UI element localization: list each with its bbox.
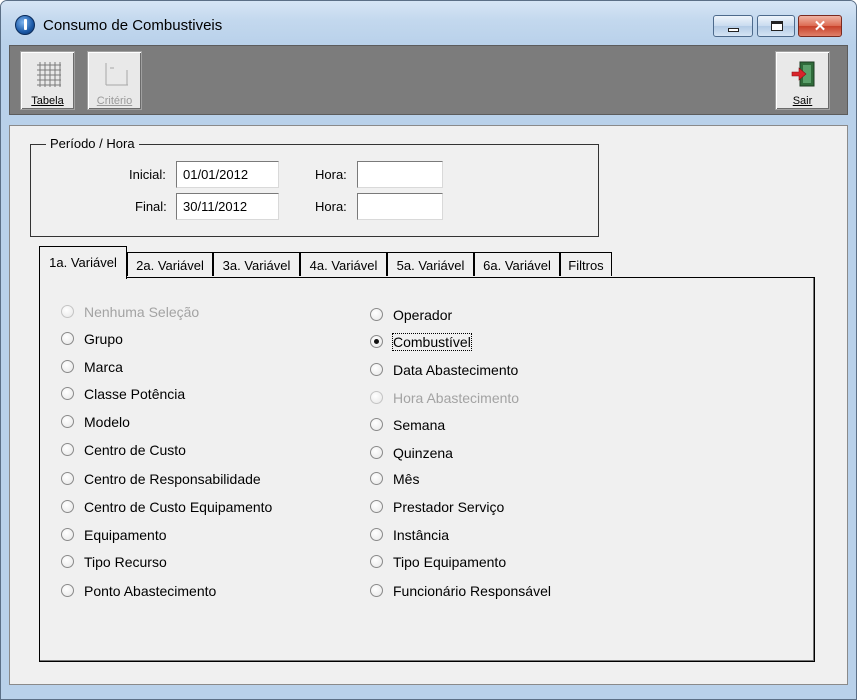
radio-circle: [370, 418, 383, 431]
radio-circle: [370, 500, 383, 513]
radio-label: Data Abastecimento: [393, 362, 519, 378]
app-icon: [15, 15, 35, 35]
radio-circle: [61, 305, 74, 318]
sair-label: Sair: [792, 95, 813, 107]
radio-circle: [61, 472, 74, 485]
radio-label: Instância: [393, 527, 450, 543]
radio-label: Centro de Custo Equipamento: [84, 499, 273, 515]
tab-filtros[interactable]: Filtros: [560, 252, 612, 276]
radio-circle: [61, 332, 74, 345]
radio-circle: [61, 500, 74, 513]
radio-label: Marca: [84, 359, 123, 375]
radio-label: Ponto Abastecimento: [84, 583, 217, 599]
radio-circle: [370, 584, 383, 597]
grid-icon: [37, 62, 61, 87]
inicial-label: Inicial:: [129, 167, 166, 182]
radio-label: Modelo: [84, 414, 130, 430]
maximize-button[interactable]: [757, 15, 795, 37]
radio-label: Centro de Responsabilidade: [84, 471, 261, 487]
radio-label: Combustível: [392, 333, 472, 351]
maximize-icon: [771, 21, 783, 31]
radio-circle: [370, 555, 383, 568]
radio-label: Classe Potência: [84, 386, 186, 402]
radio-label: Grupo: [84, 331, 123, 347]
sair-button[interactable]: Sair: [775, 51, 830, 110]
tab-4a-variavel[interactable]: 4a. Variável: [300, 252, 387, 276]
tab-3a-variavel[interactable]: 3a. Variável: [213, 252, 300, 276]
minimize-icon: [728, 28, 739, 32]
radio-circle: [370, 446, 383, 459]
tab-5a-variavel[interactable]: 5a. Variável: [387, 252, 474, 276]
exit-door-icon: [791, 61, 815, 87]
data-inicial-field[interactable]: 01/01/2012: [176, 161, 279, 188]
radio-circle: [61, 443, 74, 456]
tab-1a-variavel[interactable]: 1a. Variável: [39, 246, 127, 279]
radio-circle: [61, 584, 74, 597]
radio-circle: [61, 387, 74, 400]
criterio-label: Critério: [96, 95, 133, 107]
periodo-hora-group: Período / Hora Inicial: 01/01/2012 Hora:…: [30, 136, 599, 237]
window-title: Consumo de Combustiveis: [43, 17, 223, 34]
criterio-button[interactable]: Critério: [87, 51, 142, 110]
close-button[interactable]: ✕: [798, 15, 842, 37]
hora-final-field[interactable]: [357, 193, 443, 220]
radio-circle: [370, 308, 383, 321]
radio-label: Quinzena: [393, 445, 453, 461]
radio-label: Funcionário Responsável: [393, 583, 551, 599]
periodo-hora-legend: Período / Hora: [46, 136, 139, 151]
radio-circle: [370, 363, 383, 376]
hora-inicial-field[interactable]: [357, 161, 443, 188]
radio-label: Equipamento: [84, 527, 167, 543]
radio-label: Prestador Serviço: [393, 499, 505, 515]
toolbar: Tabela Critério Sair: [9, 45, 848, 115]
radio-circle: [61, 360, 74, 373]
final-label: Final:: [135, 199, 167, 214]
tabela-button[interactable]: Tabela: [20, 51, 75, 110]
radio-circle: [370, 335, 383, 348]
radio-label: Centro de Custo: [84, 442, 186, 458]
title-bar[interactable]: Consumo de Combustiveis ✕: [1, 1, 856, 45]
criteria-icon: [105, 63, 128, 86]
tabela-label: Tabela: [31, 95, 64, 107]
radio-circle: [61, 555, 74, 568]
radio-label: Tipo Equipamento: [393, 554, 507, 570]
tab-2a-variavel[interactable]: 2a. Variável: [127, 252, 213, 276]
radio-label: Nenhuma Seleção: [84, 304, 200, 320]
radio-circle: [370, 472, 383, 485]
radio-label: Operador: [393, 307, 453, 323]
radio-circle: [370, 528, 383, 541]
main-panel: Período / Hora Inicial: 01/01/2012 Hora:…: [9, 125, 848, 685]
hora-inicial-label: Hora:: [315, 167, 347, 182]
app-window: Consumo de Combustiveis ✕ Tabela Critéri…: [0, 0, 857, 700]
radio-label: Hora Abastecimento: [393, 390, 520, 406]
radio-label: Mês: [393, 471, 420, 487]
radio-circle: [61, 528, 74, 541]
close-icon: ✕: [813, 18, 827, 35]
minimize-button[interactable]: [713, 15, 753, 37]
tab-panel-1a-variavel: Nenhuma Seleção Grupo Marca Classe Potên…: [39, 277, 815, 662]
data-final-field[interactable]: 30/11/2012: [176, 193, 279, 220]
radio-label: Tipo Recurso: [84, 554, 167, 570]
radio-circle: [370, 391, 383, 404]
hora-final-label: Hora:: [315, 199, 347, 214]
tab-6a-variavel[interactable]: 6a. Variável: [474, 252, 560, 276]
radio-circle: [61, 415, 74, 428]
radio-label: Semana: [393, 417, 446, 433]
